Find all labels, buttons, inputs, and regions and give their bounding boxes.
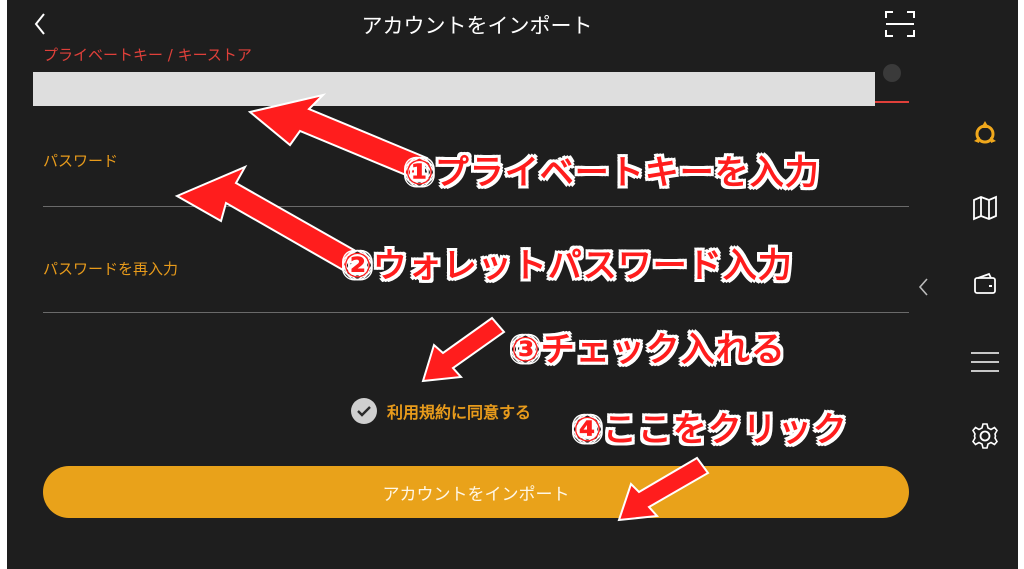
annotation-step3: ③チェック入れる (511, 330, 786, 370)
right-frame (1018, 0, 1024, 569)
arrow-step1 (247, 93, 429, 182)
annotation-step4: ④ここをクリック (573, 410, 848, 450)
annotation-step2: ②ウォレットパスワード入力 (343, 246, 793, 286)
arrow-step2 (174, 164, 356, 272)
annotation-step1: ①プライベートキーを入力 (405, 153, 820, 193)
arrow-step4 (617, 456, 710, 522)
import-account-screen: アカウントをインポート プライベートキー / キーストア パスワード パスワード… (7, 0, 1018, 569)
arrow-step3 (421, 316, 506, 383)
left-frame (0, 0, 7, 569)
